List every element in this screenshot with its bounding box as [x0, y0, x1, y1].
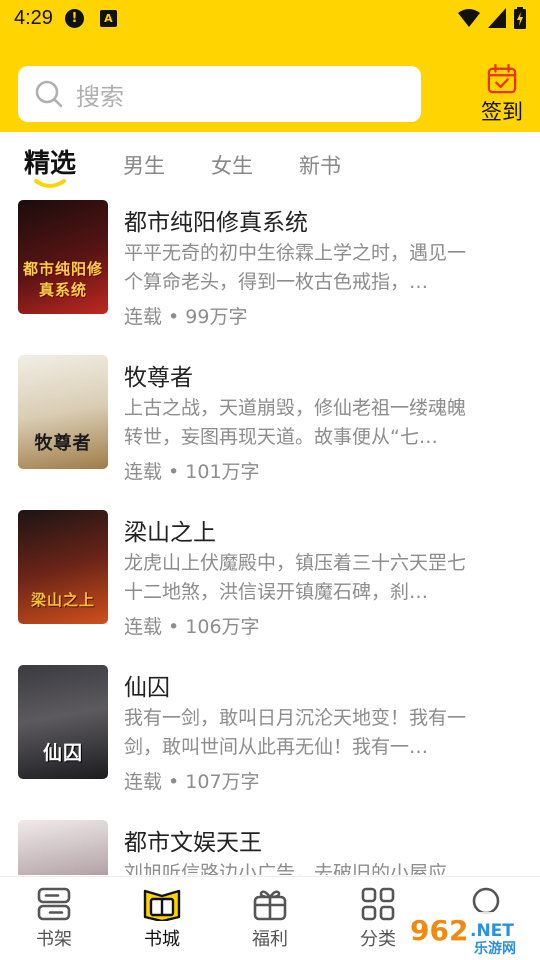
book-meta: 连载 • 106万字 — [124, 616, 260, 638]
bookshelf-icon — [37, 887, 71, 921]
category-tabs: 精选 男生 女生 新书 — [0, 132, 540, 198]
category-icon — [361, 887, 395, 921]
cover-title: 牧尊者 — [34, 433, 92, 454]
book-title: 牧尊者 — [124, 365, 193, 391]
book-list: 都市纯阳修真系统 都市纯阳修真系统 平平无奇的初中生徐霖上学之时，遇见一个算命老… — [0, 200, 540, 875]
book-item[interactable]: 牧尊者 牧尊者 上古之战，天道崩毁，修仙老祖一缕魂魄转世，妄图再现天道。故事便从… — [0, 355, 540, 510]
nav-welfare[interactable]: 福利 — [230, 887, 310, 951]
book-cover: 牧尊者 — [18, 355, 108, 469]
search-placeholder: 搜索 — [76, 82, 124, 111]
cover-title: 都市纯阳修真系统 — [22, 260, 103, 299]
book-description: 我有一剑，敢叫日月沉沦天地变！我有一剑，敢叫世间从此再无仙！我有一… — [124, 707, 467, 758]
search-icon — [35, 80, 63, 108]
book-description: 刘旭听信路边小广告，去破旧的小屋应 — [124, 862, 448, 875]
tab-female[interactable]: 女生 — [211, 150, 253, 180]
book-cover: 仙囚 — [18, 665, 108, 779]
watermark-text-net: .NET — [470, 921, 514, 941]
watermark-logo: 962 .NET 乐游网 — [404, 912, 536, 957]
cover-title: 梁山之上 — [30, 591, 95, 609]
book-cover — [18, 820, 108, 875]
nav-label: 福利 — [252, 929, 288, 950]
battery-icon — [514, 7, 526, 29]
nav-label: 分类 — [360, 929, 396, 950]
nav-label: 书架 — [36, 929, 72, 950]
gift-icon — [253, 890, 287, 921]
tab-featured[interactable]: 精选 — [24, 143, 76, 180]
book-title: 梁山之上 — [124, 520, 216, 546]
wifi-icon — [458, 9, 480, 27]
book-description: 龙虎山上伏魔殿中，镇压着三十六天罡七十二地煞，洪信误开镇魔石碑，刹… — [124, 552, 467, 603]
tab-male[interactable]: 男生 — [123, 150, 165, 180]
notification-a-icon: A — [99, 9, 117, 27]
nav-bookshelf[interactable]: 书架 — [14, 887, 94, 951]
signal-icon — [488, 8, 506, 28]
alert-icon: ! — [64, 8, 84, 28]
cover-title: 仙囚 — [42, 742, 83, 764]
book-item[interactable]: 都市纯阳修真系统 都市纯阳修真系统 平平无奇的初中生徐霖上学之时，遇见一个算命老… — [0, 200, 540, 355]
calendar-check-icon — [487, 64, 517, 94]
book-description: 平平无奇的初中生徐霖上学之时，遇见一个算命老头，得到一枚古色戒指，… — [124, 242, 467, 293]
signin-label: 签到 — [481, 100, 523, 124]
active-tab-indicator — [34, 179, 66, 188]
book-title: 仙囚 — [124, 675, 170, 701]
signin-button[interactable]: 签到 — [470, 64, 534, 126]
status-time: 4:29 — [14, 6, 53, 29]
book-title: 都市文娱天王 — [124, 830, 262, 856]
nav-bookstore[interactable]: 书城 — [122, 887, 202, 951]
watermark-text-cn: 乐游网 — [474, 940, 516, 957]
nav-label: 书城 — [144, 929, 180, 950]
status-bar: 4:29 ! A — [0, 0, 540, 36]
book-title: 都市纯阳修真系统 — [124, 210, 308, 236]
book-cover: 梁山之上 — [18, 510, 108, 624]
book-description: 上古之战，天道崩毁，修仙老祖一缕魂魄转世，妄图再现天道。故事便从“七… — [124, 397, 467, 448]
watermark-text-main: 962 — [410, 914, 468, 947]
tab-new-books[interactable]: 新书 — [299, 150, 341, 180]
book-item[interactable]: 梁山之上 梁山之上 龙虎山上伏魔殿中，镇压着三十六天罡七十二地煞，洪信误开镇魔石… — [0, 510, 540, 665]
book-item[interactable]: 仙囚 仙囚 我有一剑，敢叫日月沉沦天地变！我有一剑，敢叫世间从此再无仙！我有一…… — [0, 665, 540, 820]
bookstore-icon — [143, 889, 181, 921]
book-item[interactable]: 都市文娱天王 刘旭听信路边小广告，去破旧的小屋应 — [0, 820, 540, 875]
book-meta: 连载 • 107万字 — [124, 771, 260, 793]
book-meta: 连载 • 99万字 — [124, 306, 248, 328]
app-header: 4:29 ! A 搜索 签到 — [0, 0, 540, 132]
search-input[interactable]: 搜索 — [18, 66, 421, 122]
book-meta: 连载 • 101万字 — [124, 461, 260, 483]
book-cover: 都市纯阳修真系统 — [18, 200, 108, 314]
